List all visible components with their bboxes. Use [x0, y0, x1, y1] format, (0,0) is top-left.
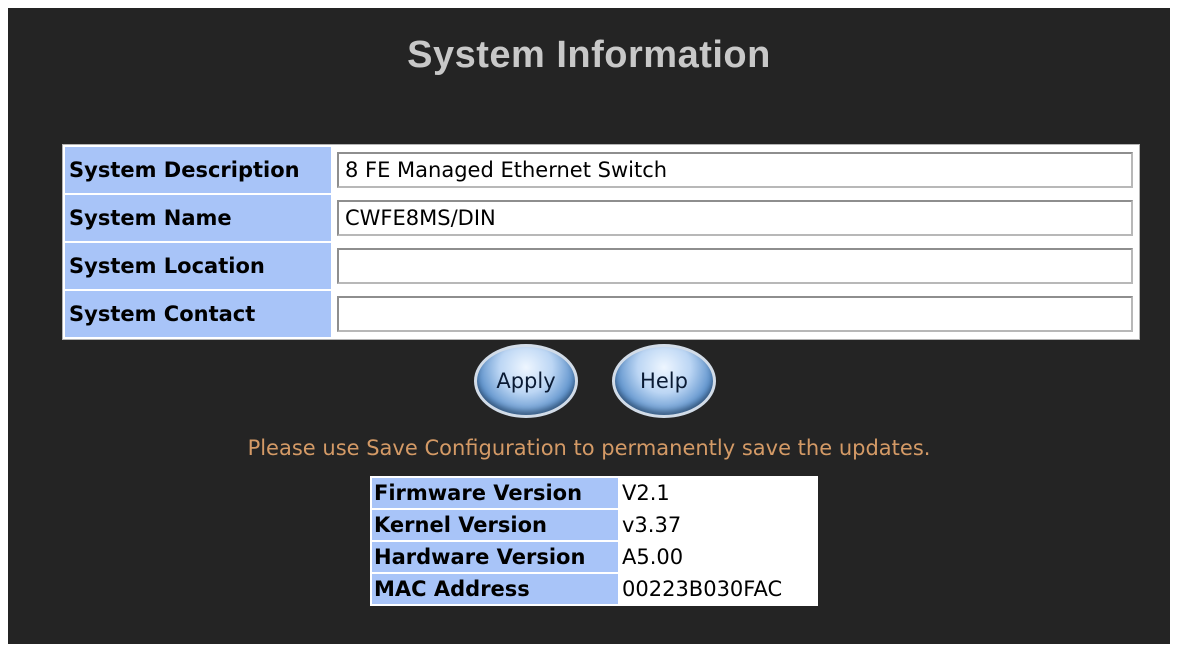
page-panel: System Information System Description Sy… — [8, 8, 1170, 644]
system-description-input[interactable] — [337, 152, 1133, 188]
kernel-version-label: Kernel Version — [372, 510, 618, 540]
system-location-input[interactable] — [337, 248, 1133, 284]
kernel-version-row: Kernel Version v3.37 — [372, 510, 816, 540]
apply-button[interactable]: Apply — [474, 344, 578, 418]
system-description-row: System Description — [65, 147, 1137, 193]
page-title: System Information — [407, 34, 771, 76]
mac-address-value: 00223B030FAC — [620, 574, 816, 604]
mac-address-row: MAC Address 00223B030FAC — [372, 574, 816, 604]
firmware-version-value: V2.1 — [620, 478, 816, 508]
help-button[interactable]: Help — [612, 344, 716, 418]
system-location-row: System Location — [65, 243, 1137, 289]
hardware-version-row: Hardware Version A5.00 — [372, 542, 816, 572]
kernel-version-value: v3.37 — [620, 510, 816, 540]
firmware-version-row: Firmware Version V2.1 — [372, 478, 816, 508]
system-name-row: System Name — [65, 195, 1137, 241]
system-contact-row: System Contact — [65, 291, 1137, 337]
system-description-label: System Description — [65, 147, 331, 193]
system-contact-input[interactable] — [337, 296, 1133, 332]
hardware-version-label: Hardware Version — [372, 542, 618, 572]
system-name-input[interactable] — [337, 200, 1133, 236]
hardware-version-value: A5.00 — [620, 542, 816, 572]
mac-address-label: MAC Address — [372, 574, 618, 604]
version-info-table: Firmware Version V2.1 Kernel Version v3.… — [370, 476, 818, 606]
system-info-table: System Description System Name System Lo… — [62, 144, 1140, 340]
system-location-label: System Location — [65, 243, 331, 289]
firmware-version-label: Firmware Version — [372, 478, 618, 508]
system-name-label: System Name — [65, 195, 331, 241]
save-config-note: Please use Save Configuration to permane… — [247, 436, 931, 460]
system-contact-label: System Contact — [65, 291, 331, 337]
